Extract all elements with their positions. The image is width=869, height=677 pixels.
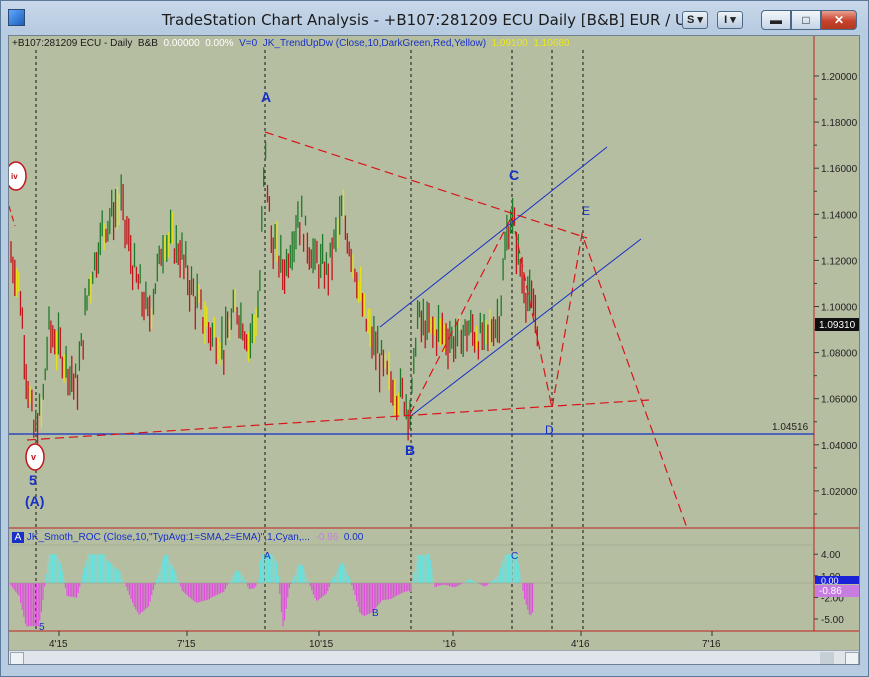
title-bar[interactable]: TradeStation Chart Analysis - +B107:2812… [1, 1, 868, 35]
price-tick-label: 1.06000 [821, 395, 858, 406]
symbol-label: +B107:281209 ECU - Daily [12, 38, 133, 49]
price-tick-label: 1.20000 [821, 72, 858, 83]
time-tick-label: 7'16 [702, 639, 721, 650]
roc-tick-label: 4.00 [821, 550, 841, 561]
close-button[interactable]: ✕ [821, 10, 857, 30]
chart-canvas[interactable]: 1.20000 1.18000 1.16000 1.14000 1.12000 1.100… [9, 36, 860, 665]
wave-label-b: B [405, 442, 415, 458]
chart-window: TradeStation Chart Analysis - +B107:2812… [0, 0, 869, 677]
roc-label-c: C [511, 551, 518, 562]
wave-label-5: 5 [29, 472, 37, 488]
time-tick-label: 7'15 [177, 639, 196, 650]
time-tick-label: '16 [443, 639, 456, 650]
support-level-label: 1.04516 [772, 422, 809, 433]
v-circle: v [25, 443, 45, 471]
indicator-menu-button[interactable]: I ▾ [717, 11, 743, 29]
roc-label-a: A [264, 551, 271, 562]
scroll-right-button[interactable] [845, 652, 859, 664]
svg-text:1.09310: 1.09310 [819, 320, 856, 331]
price-tick-label: 1.02000 [821, 487, 858, 498]
svg-text:iv: iv [11, 172, 18, 181]
roc-indicator-label: JK_Smoth_ROC (Close,10,"TypAvg:1=SMA,2=E… [26, 532, 310, 543]
horizontal-scrollbar[interactable] [9, 650, 859, 664]
price-tick-label: 1.18000 [821, 118, 858, 129]
wave-label-a-paren: (A) [25, 493, 44, 509]
price-tick-label: 1.14000 [821, 210, 858, 221]
price-tick-label: 1.10000 [821, 303, 858, 314]
wave-label-d: D [545, 423, 554, 437]
roc-value-tags: 0.00 -0.86 [815, 576, 859, 597]
wave-label-a: A [261, 89, 271, 105]
change-percent: 0.00% [205, 38, 234, 49]
roc-badge[interactable]: A [12, 532, 24, 543]
indicator-label: JK_TrendUpDw (Close,10,DarkGreen,Red,Yel… [262, 38, 487, 49]
chart-area[interactable]: 1.20000 1.18000 1.16000 1.14000 1.12000 1.100… [8, 35, 860, 665]
svg-text:-0.86: -0.86 [819, 586, 842, 597]
last-price-tag: 1.09310 [815, 318, 859, 331]
svg-text:v: v [31, 452, 36, 462]
price-tick-label: 1.04000 [821, 441, 858, 452]
roc-label-5: 5 [39, 622, 45, 633]
indicator-value-1: 1.09100 [491, 38, 528, 49]
wave-label-e: E [582, 204, 590, 218]
indicator-value-2: 1.10680 [533, 38, 570, 49]
price-tick-label: 1.12000 [821, 256, 858, 267]
scroll-thumb[interactable] [820, 652, 834, 664]
time-tick-label: 10'15 [309, 639, 334, 650]
roc-value-2: 0.00 [343, 532, 364, 543]
roc-info-line: A JK_Smoth_ROC (Close,10,"TypAvg:1=SMA,2… [12, 532, 363, 543]
strategy-label: B&B [137, 38, 158, 49]
styles-menu-button[interactable]: S ▾ [682, 11, 708, 29]
price-tick-label: 1.08000 [821, 349, 858, 360]
volume-label: V=0 [239, 38, 258, 49]
scroll-left-button[interactable] [10, 652, 24, 664]
time-tick-label: 4'16 [571, 639, 590, 650]
maximize-button[interactable]: □ [791, 10, 821, 30]
chart-info-line: +B107:281209 ECU - Daily B&B 0.00000 0.0… [12, 38, 569, 49]
minimize-button[interactable]: ▬ [761, 10, 791, 30]
roc-value-1: -0.86 [315, 532, 339, 543]
svg-text:0.00: 0.00 [821, 576, 839, 586]
time-tick-label: 4'15 [49, 639, 68, 650]
wave-label-c: C [509, 167, 519, 183]
roc-label-b: B [372, 608, 379, 619]
change-value: 0.00000 [163, 38, 200, 49]
iv-circle: iv [9, 161, 27, 191]
price-tick-label: 1.16000 [821, 164, 858, 175]
roc-tick-label: -5.00 [821, 615, 844, 626]
